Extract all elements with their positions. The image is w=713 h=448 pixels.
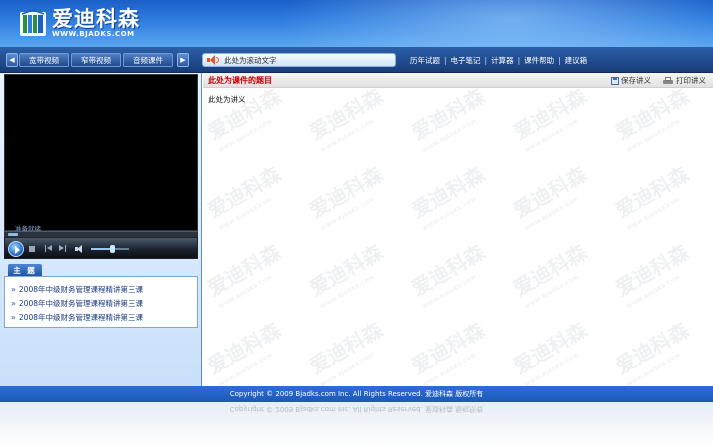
header-glow (260, 0, 713, 47)
play-icon[interactable] (8, 241, 24, 257)
watermark-logo: 爱迪科森 WWW.BJADKS.COM (611, 317, 693, 386)
link-electronic-notes[interactable]: 电子笔记 (451, 55, 481, 66)
lecture-panel: 爱迪科森 WWW.BJADKS.COM 爱迪科森 WWW.BJADKS.COM 爱迪科森… (203, 73, 713, 386)
double-chevron-icon: » (11, 284, 16, 294)
save-notes-button[interactable]: 保存讲义 (611, 75, 651, 86)
watermark-logo: 爱迪科森 WWW.BJADKS.COM (509, 83, 591, 155)
lecture-body: 此处为讲义 (208, 95, 246, 104)
tab-narrowband-video[interactable]: 窄带视频 (71, 53, 121, 67)
link-course-help[interactable]: 课件帮助 (524, 55, 554, 66)
watermark-logo: 爱迪科森 WWW.BJADKS.COM (305, 161, 387, 233)
toolbar: ◀ 宽带视频 窄带视频 音频课件 ▶ 此处为滚动文字 历年试题 | 电子笔记 |… (0, 47, 713, 73)
stop-icon[interactable] (29, 246, 35, 252)
link-separator: | (517, 55, 521, 65)
watermark-logo: 爱迪科森 WWW.BJADKS.COM (305, 317, 387, 386)
left-panel: 准备就绪 主 题 » 2008年中级财务管理课程精讲第三课 » 2008年中级财… (0, 73, 202, 386)
save-notes-label: 保存讲义 (621, 76, 651, 85)
volume-fill (91, 248, 112, 250)
footer: Copyright © 2009 Bjadks.com Inc. All Rig… (0, 386, 713, 402)
reflected-copyright: Copyright © 2009 Bjadks.com Inc. All Rig… (229, 405, 484, 413)
topic-tab[interactable]: 主 题 (8, 264, 42, 276)
watermark-logo: 爱迪科森 WWW.BJADKS.COM (509, 317, 591, 386)
logo-url: WWW.BJADKS.COM (52, 29, 135, 38)
site-logo[interactable]: 爱迪科森 WWW.BJADKS.COM (18, 5, 140, 41)
scrolling-text: 此处为滚动文字 (224, 55, 277, 65)
link-separator: | (484, 55, 488, 65)
watermark-logo: 爱迪科森 WWW.BJADKS.COM (305, 239, 387, 311)
watermark-logo: 爱迪科森 WWW.BJADKS.COM (611, 239, 693, 311)
double-chevron-icon: » (11, 298, 16, 308)
footer-reflection: Copyright © 2009 Bjadks.com Inc. All Rig… (0, 402, 713, 448)
copyright-text: Copyright © 2009 Bjadks.com Inc. All Rig… (229, 390, 484, 398)
lecture-title: 此处为课件的题目 (208, 76, 272, 85)
watermark-logo: 爱迪科森 WWW.BJADKS.COM (611, 161, 693, 233)
watermark-logo: 爱迪科森 WWW.BJADKS.COM (407, 239, 489, 311)
watermark-logo: 爱迪科森 WWW.BJADKS.COM (203, 317, 285, 386)
watermark-logo: 爱迪科森 WWW.BJADKS.COM (509, 161, 591, 233)
volume-icon[interactable] (75, 245, 85, 253)
watermark-logo: 爱迪科森 WWW.BJADKS.COM (407, 83, 489, 155)
topic-item[interactable]: » 2008年中级财务管理课程精讲第三课 (11, 282, 193, 296)
link-separator: | (444, 55, 447, 65)
header-banner: 爱迪科森 WWW.BJADKS.COM (0, 0, 713, 47)
topic-item[interactable]: » 2008年中级财务管理课程精讲第三课 (11, 310, 193, 324)
next-track-icon[interactable] (59, 245, 67, 253)
watermark-logo: 爱迪科森 WWW.BJADKS.COM (305, 83, 387, 155)
topic-list: » 2008年中级财务管理课程精讲第三课 » 2008年中级财务管理课程精讲第三… (4, 276, 198, 328)
watermark-logo: 爱迪科森 WWW.BJADKS.COM (203, 239, 285, 311)
print-notes-button[interactable]: 打印讲义 (663, 75, 706, 86)
tab-broadband-video[interactable]: 宽带视频 (19, 53, 69, 67)
seek-thumb[interactable] (8, 233, 18, 236)
tool-links: 历年试题 | 电子笔记 | 计算器 | 课件帮助 | 建议箱 (410, 53, 587, 67)
media-tab-group: ◀ 宽带视频 窄带视频 音频课件 ▶ (6, 52, 189, 68)
next-arrow-button[interactable]: ▶ (177, 53, 189, 67)
watermark-logo: 爱迪科森 WWW.BJADKS.COM (203, 161, 285, 233)
watermark-logo: 爱迪科森 WWW.BJADKS.COM (611, 83, 693, 155)
link-calculator[interactable]: 计算器 (491, 55, 514, 66)
prev-arrow-button[interactable]: ◀ (6, 53, 18, 67)
scrolling-text-box: 此处为滚动文字 (202, 53, 396, 67)
volume-slider[interactable] (91, 245, 129, 253)
link-past-exams[interactable]: 历年试题 (410, 55, 440, 66)
print-notes-label: 打印讲义 (676, 76, 706, 85)
topic-item-label: 2008年中级财务管理课程精讲第三课 (18, 298, 143, 308)
video-screen[interactable]: 准备就绪 (4, 74, 198, 233)
previous-track-icon[interactable] (45, 245, 53, 253)
link-suggestion-box[interactable]: 建议箱 (565, 55, 588, 66)
player-controls (4, 237, 198, 259)
watermark-logo: 爱迪科森 WWW.BJADKS.COM (407, 161, 489, 233)
book-logo-icon (18, 8, 48, 38)
volume-knob[interactable] (109, 245, 115, 253)
logo-name: 爱迪科森 (52, 5, 140, 31)
watermark-logo: 爱迪科森 WWW.BJADKS.COM (407, 317, 489, 386)
topic-item-label: 2008年中级财务管理课程精讲第三课 (18, 284, 143, 294)
watermark-logo: 爱迪科森 WWW.BJADKS.COM (509, 239, 591, 311)
double-chevron-icon: » (11, 312, 16, 322)
printer-icon (663, 76, 673, 85)
topic-item-label: 2008年中级财务管理课程精讲第三课 (18, 312, 143, 322)
speaker-icon (207, 55, 219, 65)
save-icon (611, 76, 619, 85)
lecture-header: 此处为课件的题目 保存讲义 打印讲义 (203, 73, 713, 88)
link-separator: | (558, 55, 561, 65)
topic-item[interactable]: » 2008年中级财务管理课程精讲第三课 (11, 296, 193, 310)
tab-audio-course[interactable]: 音频课件 (123, 53, 173, 67)
